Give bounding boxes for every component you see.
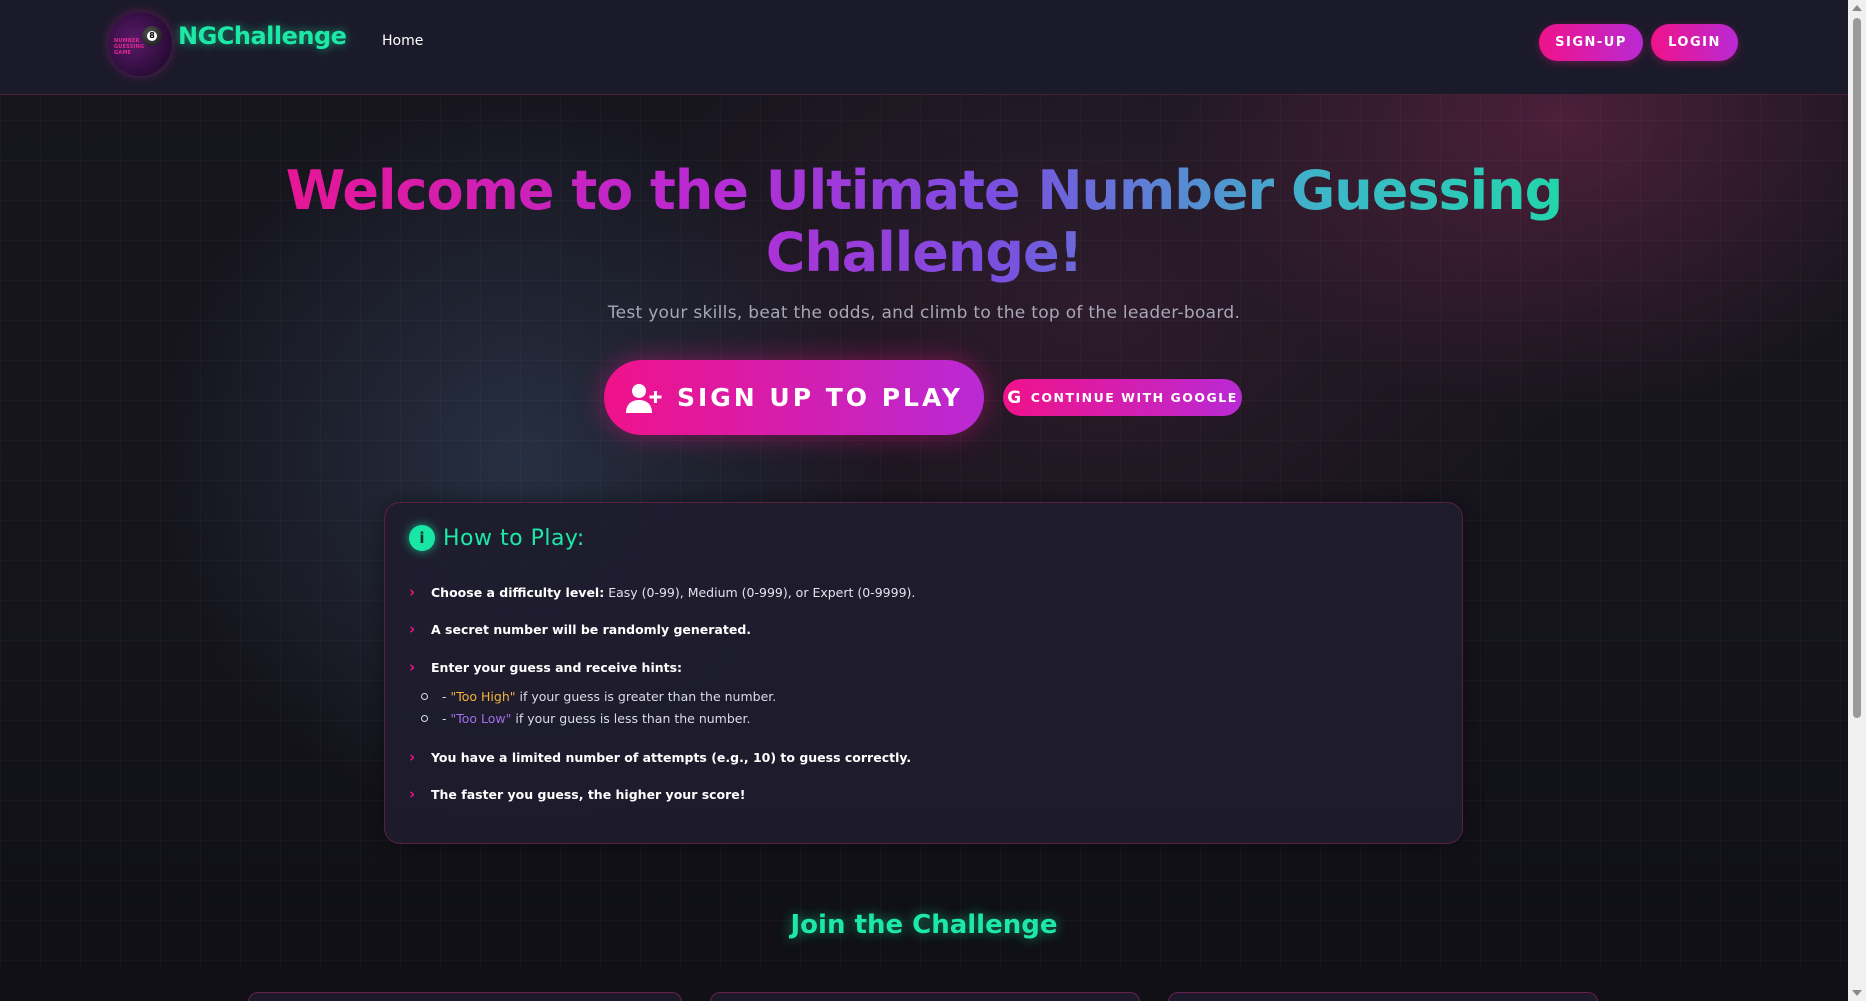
google-icon: G bbox=[1007, 387, 1023, 408]
chevron-right-icon: › bbox=[409, 748, 416, 766]
sign-up-to-play-button[interactable]: SIGN UP TO PLAY bbox=[604, 360, 984, 435]
rule-bold: You have a limited number of attempts (e… bbox=[431, 749, 912, 765]
how-to-play-card: i How to Play: › Choose a difficulty lev… bbox=[384, 502, 1463, 844]
scroll-down-icon[interactable] bbox=[1852, 990, 1862, 996]
rule-bold: The faster you guess, the higher your sc… bbox=[431, 786, 746, 802]
rule-item: › The faster you guess, the higher your … bbox=[409, 785, 746, 803]
chevron-right-icon: › bbox=[409, 620, 416, 638]
signup-button[interactable]: SIGN-UP bbox=[1539, 24, 1643, 61]
hero-title: Welcome to the Ultimate Number Guessing … bbox=[200, 160, 1648, 284]
info-icon: i bbox=[409, 525, 435, 551]
rule-item: › A secret number will be randomly gener… bbox=[409, 620, 751, 638]
join-card bbox=[248, 992, 682, 1001]
how-to-play-header: i How to Play: bbox=[409, 525, 585, 551]
login-button[interactable]: LOGIN bbox=[1651, 24, 1738, 61]
join-card bbox=[710, 992, 1140, 1001]
nav-home-link[interactable]: Home bbox=[382, 33, 423, 49]
rule-item: › You have a limited number of attempts … bbox=[409, 748, 911, 766]
join-challenge-title: Join the Challenge bbox=[790, 910, 1058, 940]
continue-with-google-button[interactable]: G CONTINUE WITH GOOGLE bbox=[1003, 379, 1242, 416]
scroll-up-icon[interactable] bbox=[1852, 5, 1862, 11]
bullet-circle-icon bbox=[421, 715, 428, 722]
vertical-scrollbar[interactable] bbox=[1848, 0, 1866, 1001]
page-viewport: 8 NUMBER GUESSING GAME NGChallenge Home … bbox=[0, 0, 1848, 1001]
too-high-label: "Too High" bbox=[450, 689, 516, 704]
chevron-right-icon: › bbox=[409, 583, 416, 601]
chevron-right-icon: › bbox=[409, 785, 416, 803]
chevron-right-icon: › bbox=[409, 658, 416, 676]
bullet-circle-icon bbox=[421, 693, 428, 700]
too-low-label: "Too Low" bbox=[450, 711, 512, 726]
rule-bold: Choose a difficulty level: bbox=[431, 584, 605, 600]
sign-up-to-play-label: SIGN UP TO PLAY bbox=[676, 383, 964, 412]
hint-item: - "Too Low" if your guess is less than t… bbox=[421, 711, 750, 726]
how-to-play-title: How to Play: bbox=[443, 525, 585, 551]
scrollbar-thumb[interactable] bbox=[1853, 18, 1861, 718]
rule-text: Easy (0-99), Medium (0-999), or Expert (… bbox=[604, 584, 916, 600]
rule-item: › Enter your guess and receive hints: bbox=[409, 658, 682, 676]
rule-bold: A secret number will be randomly generat… bbox=[431, 621, 752, 637]
navbar: 8 NUMBER GUESSING GAME NGChallenge Home … bbox=[0, 0, 1848, 95]
rule-item: › Choose a difficulty level: Easy (0-99)… bbox=[409, 583, 915, 601]
logo[interactable]: 8 NUMBER GUESSING GAME bbox=[108, 12, 172, 76]
hero-subtitle: Test your skills, beat the odds, and cli… bbox=[607, 303, 1241, 323]
hint-text: if your guess is less than the number. bbox=[511, 711, 751, 726]
hint-item: - "Too High" if your guess is greater th… bbox=[421, 689, 776, 704]
google-button-label: CONTINUE WITH GOOGLE bbox=[1030, 390, 1238, 405]
logo-text: NUMBER GUESSING GAME bbox=[114, 38, 145, 56]
user-plus-icon bbox=[625, 383, 662, 413]
hint-text: if your guess is greater than the number… bbox=[515, 689, 777, 704]
join-card bbox=[1168, 992, 1598, 1001]
brand-name[interactable]: NGChallenge bbox=[178, 22, 347, 50]
rule-bold: Enter your guess and receive hints: bbox=[431, 659, 683, 675]
